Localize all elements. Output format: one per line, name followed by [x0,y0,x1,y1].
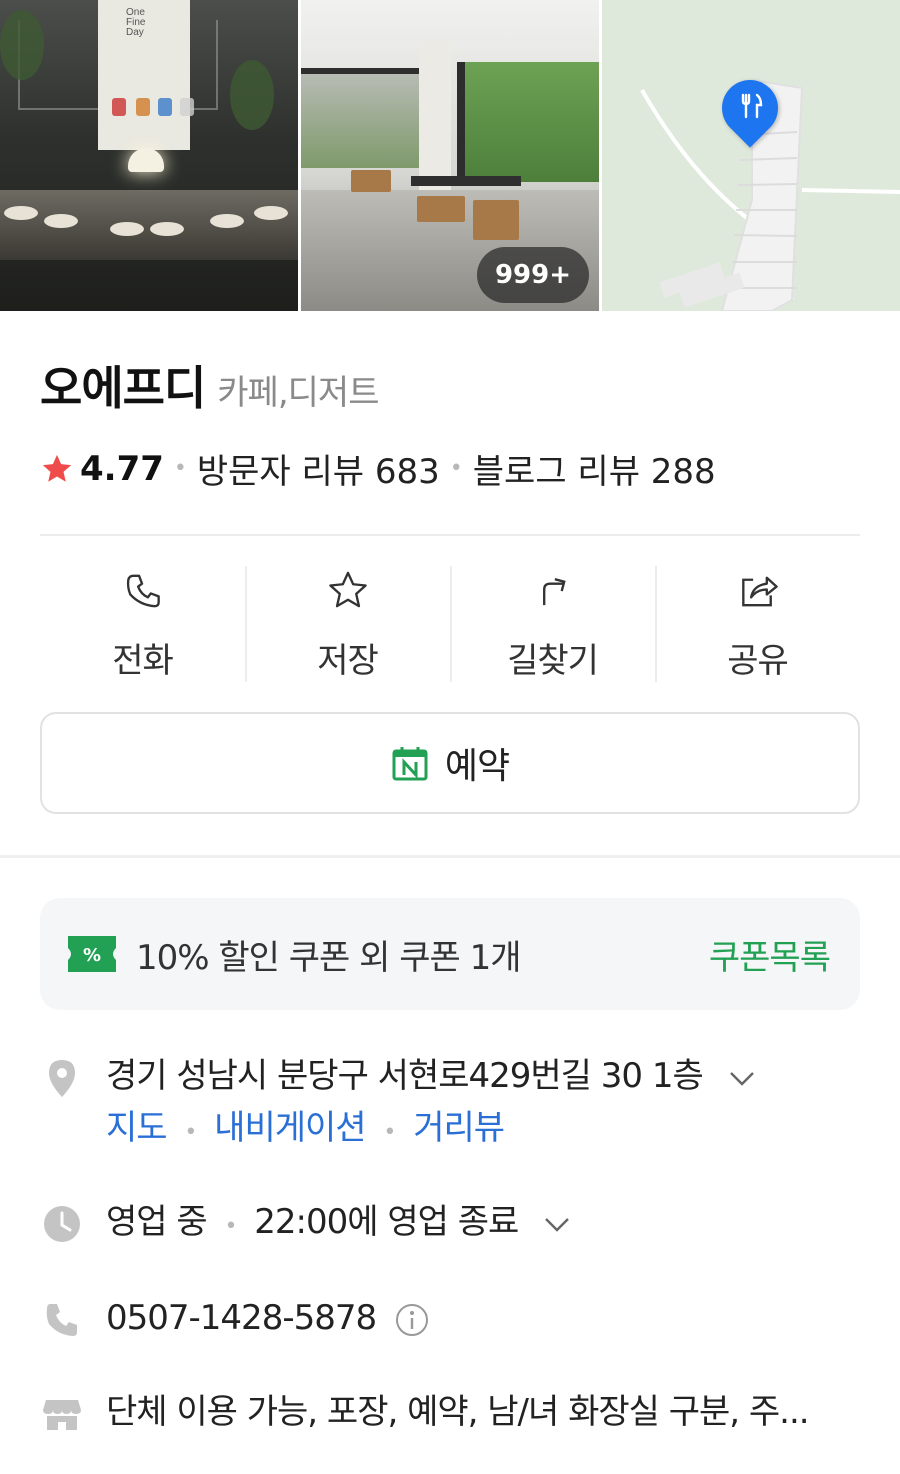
address-links: 지도 • 내비게이션 • 거리뷰 [106,1106,757,1155]
directions-icon [542,578,566,606]
coupon-banner[interactable]: % 10% 할인 쿠폰 외 쿠폰 1개 쿠폰목록 [40,898,860,1010]
phone-row[interactable]: 0507-1428-5878 [40,1296,430,1342]
dessert-plate [210,214,244,228]
share-icon [741,576,778,607]
separator-dot: • [383,1120,396,1145]
phone-icon [126,574,160,608]
coupon-text: 10% 할인 쿠폰 외 쿠폰 1개 [136,937,521,978]
poster: One Fine Day [98,0,190,150]
hours-detail: 22:00에 영업 종료 [254,1202,519,1242]
dessert-plate [110,222,144,236]
separator-dot: • [173,456,187,481]
rating-score: 4.77 [80,448,164,489]
divider [40,534,860,536]
hours-status: 영업 중 [106,1202,208,1242]
reserve-button[interactable]: 예약 [40,712,860,814]
share-button[interactable]: 공유 [655,566,860,682]
call-button[interactable]: 전화 [40,566,245,682]
address-text: 경기 성남시 분당구 서현로429번길 30 1층 [106,1056,704,1096]
clock-icon [44,1206,80,1242]
cafe-seating-photo[interactable]: 999+ [301,0,599,311]
jar [112,98,126,116]
dessert-plate [254,206,288,220]
amenities-row[interactable]: 단체 이용 가능, 포장, 예약, 남/녀 화장실 구분, 주... [40,1390,810,1436]
map-link[interactable]: 지도 [106,1108,168,1148]
location-pin-icon [49,1060,75,1097]
hours-row[interactable]: 영업 중 • 22:00에 영업 종료 [40,1200,572,1249]
chevron-down-icon[interactable] [542,1209,572,1239]
table [411,176,521,186]
street-view-link[interactable]: 거리뷰 [413,1108,505,1148]
dessert-plate [150,222,184,236]
separator-dot: • [449,456,463,481]
more-photos-badge[interactable]: 999+ [476,247,589,303]
plant-leaf [230,60,274,130]
rating-row: 4.77 • 방문자 리뷰 683 • 블로그 리뷰 288 [40,444,716,493]
phone-icon [46,1304,77,1336]
jar [136,98,150,116]
action-bar: 전화 저장 길찾기 공유 [40,566,860,682]
lamp [128,148,164,172]
phone-number[interactable]: 0507-1428-5878 [106,1298,377,1338]
share-label: 공유 [727,641,789,681]
coupon-icon: % [68,936,116,972]
amenities-text: 단체 이용 가능, 포장, 예약, 남/녀 화장실 구분, 주... [106,1392,810,1432]
directions-button[interactable]: 길찾기 [450,566,655,682]
coupon-icon-text: % [83,945,101,966]
separator-dot: • [184,1120,197,1145]
restaurant-icon [741,93,763,119]
reserve-label: 예약 [444,746,510,787]
place-name: 오에프디 [40,361,206,415]
navigation-link[interactable]: 내비게이션 [214,1108,366,1148]
star-outline-icon [328,571,367,608]
naver-calendar-icon [392,747,428,781]
save-label: 저장 [317,641,379,681]
place-category: 카페,디저트 [217,373,379,413]
address-row: 경기 성남시 분당구 서현로429번길 30 1층 지도 • 내비게이션 • 거… [40,1054,757,1155]
directions-label: 길찾기 [507,641,599,681]
mini-map[interactable] [602,0,900,311]
poster-text: One Fine Day [126,7,146,38]
dessert-plate [44,214,78,228]
chevron-down-icon[interactable] [727,1063,757,1093]
map-roads-icon [640,78,900,311]
chair [351,170,391,192]
separator-dot: • [224,1214,237,1239]
visitor-reviews-link[interactable]: 방문자 리뷰 683 [197,444,440,493]
star-icon [42,454,72,482]
jar [158,98,172,116]
blog-reviews-link[interactable]: 블로그 리뷰 288 [473,444,716,493]
window [457,62,599,182]
address-line[interactable]: 경기 성남시 분당구 서현로429번길 30 1층 [106,1054,757,1098]
coupon-list-link[interactable]: 쿠폰목록 [709,930,831,979]
plant-leaf [0,10,44,80]
jar [180,98,194,116]
chair [417,196,465,222]
dessert-plate [4,206,38,220]
title-row: 오에프디 카페,디저트 [40,352,380,418]
chair [473,200,519,240]
photo-strip: One Fine Day 999+ [0,0,900,311]
info-icon[interactable] [394,1302,430,1338]
call-label: 전화 [112,641,174,681]
section-divider [0,855,900,858]
cafe-interior-photo[interactable]: One Fine Day [0,0,298,311]
save-button[interactable]: 저장 [245,566,450,682]
store-icon [43,1400,81,1430]
table [0,190,298,260]
window [301,68,419,168]
